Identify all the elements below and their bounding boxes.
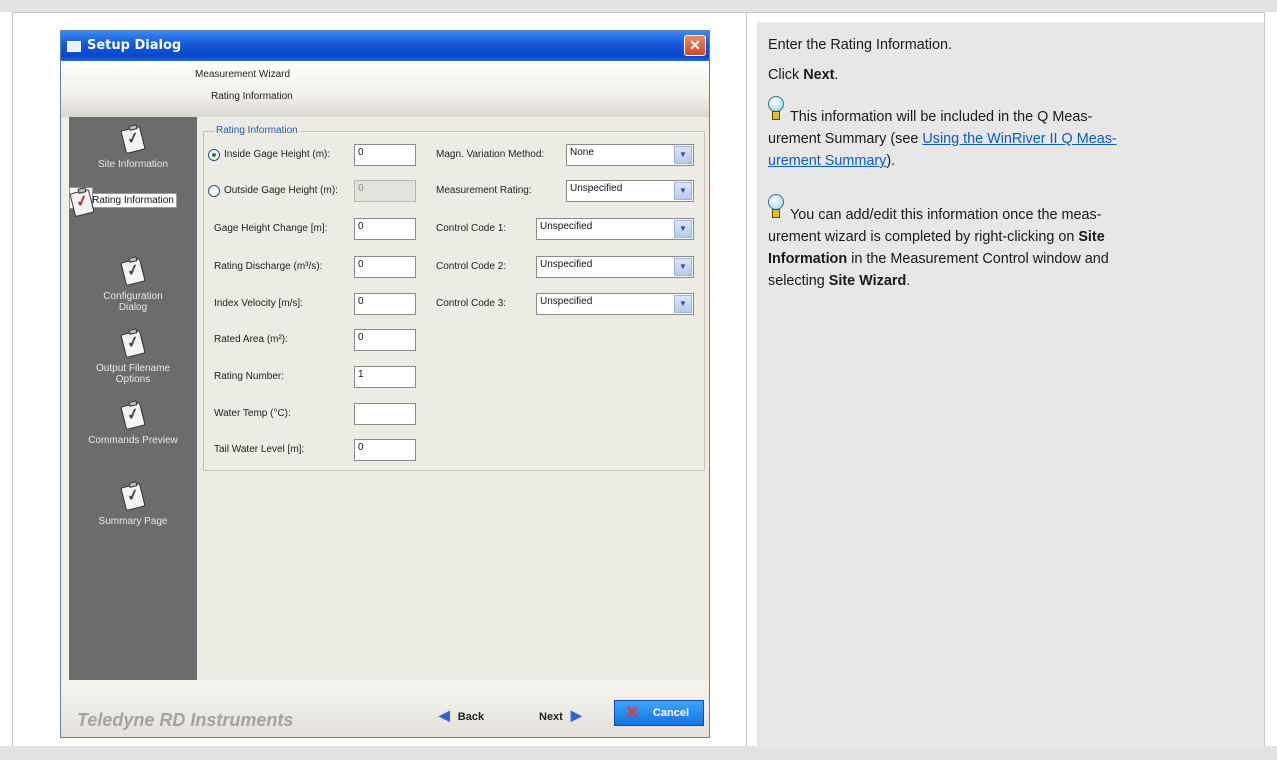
wizard-content: Rating Information Inside Gage Height (m… <box>197 117 709 680</box>
arrow-right-icon: ▶ <box>570 707 582 723</box>
instruction-line: Enter the Rating Information. <box>768 37 952 53</box>
cancel-button[interactable]: ✕ Cancel <box>614 700 704 726</box>
index-velocity-input[interactable]: 0 <box>354 293 416 315</box>
control-code-2-select[interactable]: Unspecified ▼ <box>536 256 694 278</box>
wizard-step-title: Rating Information <box>211 91 293 102</box>
sidebar-item-label: Configuration Dialog <box>103 291 163 313</box>
bottom-strip <box>0 746 1277 760</box>
select-value: None <box>570 147 594 158</box>
clipboard-check-icon: ✓ <box>120 481 146 512</box>
magn-variation-method-select[interactable]: None ▼ <box>566 144 694 166</box>
setup-dialog: Setup Dialog ✕ Measurement Wizard Rating… <box>60 30 710 738</box>
sidebar-item-label: Output Filename Options <box>96 363 170 385</box>
sidebar-item-label: Rating Information <box>89 193 177 208</box>
summary-link-cont[interactable]: urement Summary <box>768 153 886 169</box>
clipboard-check-icon: ✓ <box>69 187 95 218</box>
brand-logo-text: Teledyne RD Instruments <box>77 710 294 730</box>
back-button[interactable]: ◀ Back <box>439 707 484 731</box>
sidebar-item-summary-page[interactable]: ✓ Summary Page <box>69 481 197 527</box>
outside-gage-height-input[interactable]: 0 <box>354 180 416 202</box>
control-code-3-label: Control Code 3: <box>436 298 507 309</box>
sidebar-item-output-filename-options[interactable]: ✓ Output Filename Options <box>69 328 197 385</box>
select-value: Unspecified <box>570 183 623 194</box>
index-velocity-label: Index Velocity [m/s]: <box>214 298 303 309</box>
water-temp-label: Water Temp (°C): <box>214 408 291 419</box>
arrow-left-icon: ◀ <box>439 707 450 723</box>
summary-link[interactable]: Using the WinRiver II Q Meas- <box>922 131 1116 147</box>
wizard-title: Measurement Wizard <box>195 69 291 80</box>
chevron-down-icon: ▼ <box>674 220 692 238</box>
tail-water-level-label: Tail Water Level [m]: <box>214 444 305 455</box>
sidebar-item-commands-preview[interactable]: ✓ Commands Preview <box>69 400 197 446</box>
chevron-down-icon: ▼ <box>674 182 692 200</box>
gage-height-change-label: Gage Height Change [m]: <box>214 223 328 234</box>
next-button[interactable]: Next ▶ <box>539 707 582 731</box>
sidebar-item-rating-information[interactable]: ✓ Rating Information <box>69 187 197 218</box>
cancel-x-icon: ✕ <box>625 703 640 722</box>
rating-number-input[interactable]: 1 <box>354 366 416 388</box>
clipboard-check-icon: ✓ <box>120 400 146 431</box>
select-value: Unspecified <box>540 296 593 307</box>
next-label: Next <box>539 711 563 723</box>
inside-gage-height-radio[interactable] <box>208 149 220 161</box>
rating-information-group: Rating Information Inside Gage Height (m… <box>203 125 705 471</box>
measurement-rating-label: Measurement Rating: <box>436 185 532 196</box>
select-value: Unspecified <box>540 259 593 270</box>
dialog-title: Setup Dialog <box>87 38 182 53</box>
close-button[interactable]: ✕ <box>684 35 706 56</box>
wizard-header: Measurement Wizard Rating Information <box>61 61 709 117</box>
water-temp-input[interactable] <box>354 403 416 425</box>
sidebar-item-configuration-dialog[interactable]: ✓ Configuration Dialog <box>69 256 197 313</box>
dialog-titlebar: Setup Dialog ✕ <box>61 31 709 61</box>
top-strip <box>0 0 1277 12</box>
tip-summary-text: This information will be included in the… <box>768 109 1117 169</box>
wizard-footer: Teledyne RD Instruments ◀ Back Next ▶ ✕ Can… <box>61 680 709 737</box>
outside-gage-height-label: Outside Gage Height (m): <box>224 185 338 196</box>
click-next-instruction: Click Next. <box>768 67 839 83</box>
select-value: Unspecified <box>540 221 593 232</box>
back-label: Back <box>457 711 485 723</box>
control-code-1-select[interactable]: Unspecified ▼ <box>536 218 694 240</box>
tail-water-level-input[interactable]: 0 <box>354 439 416 461</box>
measurement-rating-select[interactable]: Unspecified ▼ <box>566 180 694 202</box>
rated-area-input[interactable]: 0 <box>354 329 416 351</box>
instruction-panel: Enter the Rating Information. Click Next… <box>757 22 1264 748</box>
sidebar-item-site-information[interactable]: ✓ Site Information <box>69 124 197 170</box>
group-title: Rating Information <box>214 125 300 136</box>
chevron-down-icon: ▼ <box>674 258 692 276</box>
control-code-3-select[interactable]: Unspecified ▼ <box>536 293 694 315</box>
window-icon <box>67 41 81 52</box>
rating-discharge-input[interactable]: 0 <box>354 256 416 278</box>
control-code-2-label: Control Code 2: <box>436 261 507 272</box>
tip-edit-text: You can add/edit this information once t… <box>768 207 1109 289</box>
magn-variation-method-label: Magn. Variation Method: <box>436 149 545 160</box>
rating-discharge-label: Rating Discharge (m³/s): <box>214 261 323 272</box>
control-code-1-label: Control Code 1: <box>436 223 507 234</box>
sidebar-item-label: Site Information <box>97 159 169 170</box>
sidebar-item-label: Summary Page <box>98 516 168 527</box>
rating-number-label: Rating Number: <box>214 371 285 382</box>
gage-height-change-input[interactable]: 0 <box>354 218 416 240</box>
outside-gage-height-radio[interactable] <box>208 185 220 197</box>
column-divider <box>746 12 747 748</box>
chevron-down-icon: ▼ <box>674 146 692 164</box>
rated-area-label: Rated Area (m²): <box>214 334 288 345</box>
inside-gage-height-label: Inside Gage Height (m): <box>224 149 331 160</box>
wizard-sidebar: ✓ Site Information ✓ Rating Information … <box>69 117 197 680</box>
clipboard-check-icon: ✓ <box>120 256 146 287</box>
inside-gage-height-input[interactable]: 0 <box>354 144 416 166</box>
sidebar-item-label: Commands Preview <box>88 435 178 446</box>
cancel-label: Cancel <box>652 707 689 719</box>
chevron-down-icon: ▼ <box>674 295 692 313</box>
clipboard-check-icon: ✓ <box>120 328 146 359</box>
clipboard-check-icon: ✓ <box>120 124 146 155</box>
